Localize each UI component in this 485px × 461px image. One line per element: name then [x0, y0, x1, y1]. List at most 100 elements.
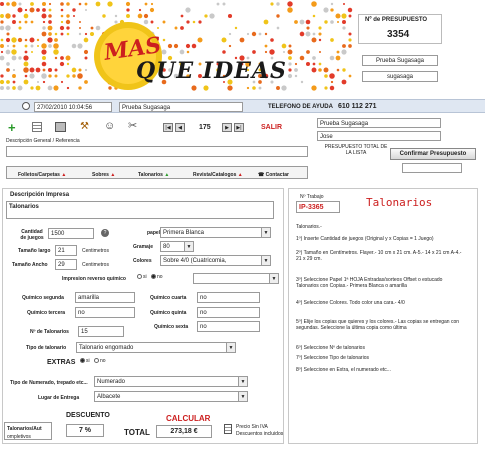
num-talonarios-field[interactable]: 15 — [78, 326, 124, 337]
tamano-ancho-field[interactable]: 29 — [55, 259, 77, 270]
halftone-dot — [42, 20, 46, 24]
halftone-dot — [11, 55, 17, 61]
exit-button[interactable]: SALIR — [261, 124, 282, 131]
halftone-dot — [66, 62, 70, 66]
lugar-entrega-select[interactable]: Albacete ▼ — [94, 391, 248, 402]
tab-talonarios[interactable]: Talonarios ▲ — [138, 170, 169, 180]
step-2: 2º) Tamaño en Centímetros. Flayer.- 10 c… — [296, 250, 462, 262]
halftone-dot — [330, 38, 334, 42]
papel-value: Primera Blanca — [163, 230, 205, 236]
prev-record-button[interactable]: ◀ — [175, 123, 185, 132]
extras-label: EXTRAS — [47, 359, 76, 366]
halftone-dot — [23, 67, 29, 73]
halftone-dot — [12, 68, 16, 72]
halftone-dot — [222, 2, 226, 6]
tab-folletos[interactable]: Folletos/Carpetas ▲ — [18, 170, 66, 180]
halftone-dot — [6, 32, 10, 36]
description-field[interactable] — [6, 146, 308, 157]
halftone-dot — [48, 8, 52, 12]
tab-contactar[interactable]: ☎ Contactar — [258, 170, 289, 180]
list-icon[interactable] — [32, 122, 42, 132]
quimico-sexta-field[interactable]: no — [197, 321, 260, 332]
contact-name-field[interactable]: Jose — [317, 131, 441, 141]
halftone-dot — [5, 13, 11, 19]
flag-icon: ▲ — [237, 172, 243, 178]
user-icon[interactable]: ☺ — [104, 120, 115, 132]
halftone-dot — [11, 1, 17, 7]
calcular-button[interactable]: CALCULAR — [166, 414, 210, 423]
halftone-dot — [329, 73, 335, 79]
halftone-dot — [24, 8, 28, 12]
last-record-button[interactable]: ▶| — [234, 123, 244, 132]
halftone-dot — [48, 14, 52, 18]
halftone-dot — [342, 20, 346, 24]
radio-extras-si[interactable] — [80, 358, 85, 364]
first-record-button[interactable]: |◀ — [163, 123, 173, 132]
tipo-numerado-select[interactable]: Numerado ▼ — [94, 376, 248, 387]
halftone-dot — [41, 31, 47, 37]
halftone-dot — [311, 1, 317, 7]
quimico-quinta-field[interactable]: no — [197, 307, 260, 318]
halftone-dot — [324, 86, 328, 90]
radio-si-label: si — [143, 274, 147, 280]
tools-icon[interactable]: ⚒ — [80, 121, 89, 133]
radio-no[interactable] — [151, 274, 157, 280]
halftone-dot — [36, 38, 40, 42]
chevron-down-icon: ▼ — [269, 274, 278, 283]
client-name-field[interactable]: Prueba Sugasaga — [362, 55, 438, 66]
tamano-largo-field[interactable]: 21 — [55, 245, 77, 256]
quimico-cuarta-field[interactable]: no — [197, 292, 260, 303]
halftone-dot — [312, 14, 316, 18]
help-icon[interactable]: ? — [101, 229, 109, 237]
print-icon[interactable] — [55, 122, 66, 132]
reverso-label: Impresion reverso químico — [62, 276, 126, 282]
logo: MAS QUE IDEAS — [90, 14, 310, 92]
halftone-dot — [35, 85, 41, 91]
halftone-dot — [42, 8, 46, 12]
halftone-dot — [342, 68, 346, 72]
halftone-dot — [54, 38, 58, 42]
gramaje-select[interactable]: 80 ▼ — [160, 241, 194, 252]
contact-company-field[interactable]: Prueba Sugasaga — [317, 118, 441, 128]
halftone-dot — [77, 43, 83, 49]
add-icon[interactable]: + — [8, 121, 16, 134]
halftone-dot — [29, 7, 35, 13]
halftone-dot — [335, 55, 341, 61]
halftone-dot — [24, 44, 28, 48]
descuento-field[interactable]: 7 % — [66, 424, 104, 437]
next-record-button[interactable]: ▶ — [222, 123, 232, 132]
papel-select[interactable]: Primera Blanca ▼ — [160, 227, 271, 238]
quimico-segunda-field[interactable]: amarilla — [75, 292, 135, 303]
colores-select[interactable]: Sobre 4/0 (Cuatricomia, ▼ — [160, 255, 271, 266]
tab-sobres[interactable]: Sobres ▲ — [92, 170, 115, 180]
halftone-dot — [54, 32, 58, 36]
halftone-dot — [48, 74, 52, 78]
halftone-dot — [330, 80, 334, 84]
tipo-talonario-select[interactable]: Talonario engomado ▼ — [76, 342, 236, 353]
radio-si[interactable] — [137, 274, 142, 280]
quimico-tercera-field[interactable]: no — [75, 307, 135, 318]
halftone-dot — [0, 50, 4, 54]
quimico-quinta-label: Químico quinta — [150, 310, 187, 316]
halftone-dot — [6, 86, 10, 90]
product-code: Talonarios/Aut — [7, 426, 42, 432]
halftone-dot — [78, 26, 82, 30]
halftone-dot — [42, 26, 46, 30]
halftone-dot — [77, 73, 83, 79]
radio-extras-no[interactable] — [94, 358, 100, 364]
chevron-down-icon: ▼ — [226, 343, 235, 352]
halftone-dot — [336, 20, 340, 24]
tools-alt-icon[interactable]: ✂ — [128, 120, 137, 132]
reverso-select[interactable]: ▼ — [193, 273, 279, 284]
halftone-dot — [23, 13, 29, 19]
halftone-dot — [59, 61, 65, 67]
halftone-dot — [0, 20, 4, 24]
cantidad-field[interactable]: 1500 — [48, 228, 94, 239]
description-print-field[interactable]: Talonarios — [6, 201, 274, 219]
radio-extras-si-label: si — [86, 358, 90, 364]
client-user-field[interactable]: sugasaga — [362, 71, 438, 82]
confirm-budget-button[interactable]: Confirmar Presupuesto — [390, 148, 476, 160]
halftone-dot — [5, 25, 11, 31]
tab-revistas[interactable]: Revista/Catalogos ▲ — [193, 170, 243, 180]
halftone-dot — [65, 55, 71, 61]
